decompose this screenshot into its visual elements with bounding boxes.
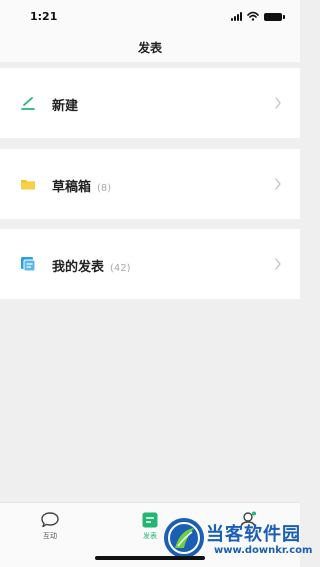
status-bar: 1:21 bbox=[0, 0, 300, 32]
watermark-logo-icon bbox=[164, 518, 204, 558]
menu-item-new[interactable]: 新建 bbox=[0, 68, 300, 138]
tab-label: 互动 bbox=[43, 532, 57, 540]
chevron-right-icon bbox=[275, 97, 281, 109]
watermark-name: 当客软件园 bbox=[206, 524, 301, 545]
chevron-right-icon bbox=[275, 178, 281, 190]
menu-item-drafts[interactable]: 草稿箱 (8) bbox=[0, 149, 300, 219]
menu-item-label: 我的发表 (42) bbox=[52, 260, 131, 275]
folder-icon bbox=[21, 180, 35, 190]
chevron-right-icon bbox=[275, 258, 281, 270]
battery-icon bbox=[264, 13, 285, 21]
posts-count: (42) bbox=[110, 263, 131, 274]
tab-interact[interactable]: 互动 bbox=[20, 511, 80, 541]
pencil-icon bbox=[21, 97, 35, 110]
signal-icon bbox=[231, 12, 242, 21]
status-time: 1:21 bbox=[30, 10, 58, 23]
home-indicator bbox=[95, 556, 205, 560]
menu-item-label: 草稿箱 (8) bbox=[52, 180, 112, 195]
post-icon bbox=[142, 512, 158, 528]
drafts-count: (8) bbox=[97, 183, 112, 194]
chat-bubble-icon bbox=[41, 512, 59, 528]
page-title: 发表 bbox=[137, 41, 162, 55]
status-icons bbox=[231, 11, 285, 21]
wifi-icon bbox=[247, 11, 259, 21]
watermark-url: www.downkr.com bbox=[214, 545, 313, 556]
nav-bar: 发表 bbox=[0, 32, 300, 62]
menu-item-label: 新建 bbox=[52, 99, 79, 114]
menu-item-my-posts[interactable]: 我的发表 (42) bbox=[0, 229, 300, 299]
published-icon bbox=[21, 257, 36, 272]
